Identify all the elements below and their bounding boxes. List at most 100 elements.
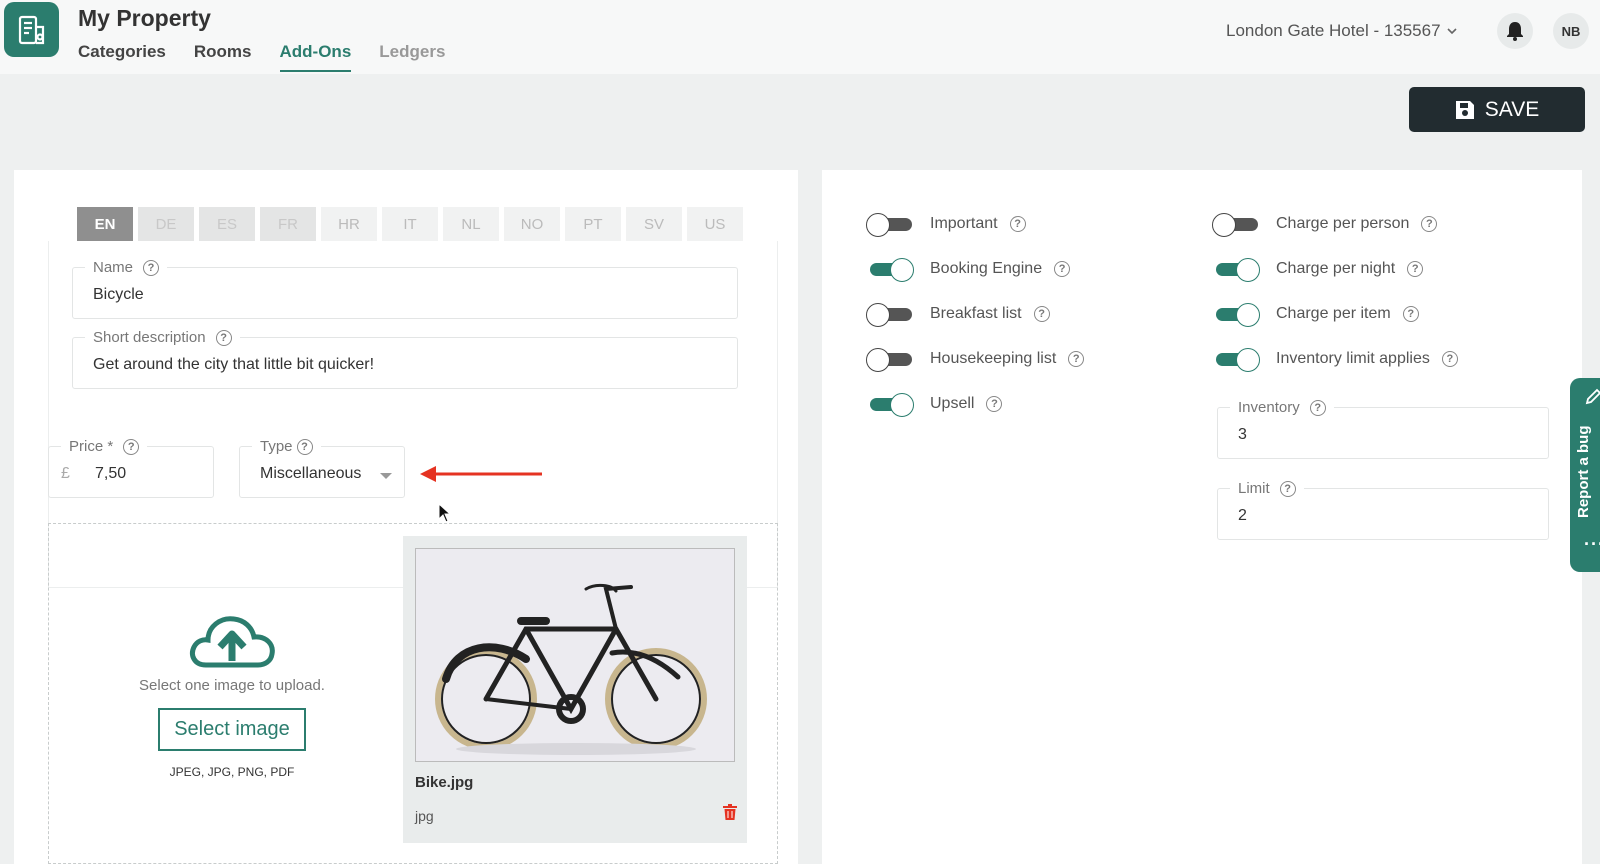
user-avatar[interactable]: NB (1553, 13, 1589, 49)
important-switch[interactable] (866, 213, 912, 237)
short-description-label: Short description ? (85, 329, 240, 346)
lang-tab-es[interactable]: ES (199, 207, 255, 241)
price-label: Price * ? (61, 438, 148, 455)
accepted-formats: JPEG, JPG, PNG, PDF (169, 764, 295, 779)
name-input[interactable]: Bicycle (93, 286, 144, 304)
lang-tab-no[interactable]: NO (504, 207, 560, 241)
lang-tab-en[interactable]: EN (77, 207, 133, 241)
help-icon[interactable]: ? (123, 438, 140, 455)
toggle-charge-per-person[interactable]: Charge per person? (1212, 213, 1438, 237)
red-arrow-annotation (420, 466, 542, 482)
nav-ledgers[interactable]: Ledgers (379, 42, 445, 72)
help-icon[interactable]: ? (1068, 351, 1085, 367)
toggle-charge-per-night[interactable]: Charge per night? (1212, 258, 1424, 282)
file-name: Bike.jpg (415, 774, 474, 791)
upsell-switch[interactable] (866, 393, 914, 417)
limit-field[interactable]: Limit ? 2 (1217, 480, 1549, 540)
hotel-selector[interactable]: London Gate Hotel - 135567 (1226, 21, 1459, 41)
help-icon[interactable]: ? (986, 396, 1003, 412)
lang-tab-nl[interactable]: NL (443, 207, 499, 241)
toggle-important[interactable]: Important? (866, 213, 1026, 237)
lang-tab-pt[interactable]: PT (565, 207, 621, 241)
name-field[interactable]: Name ? Bicycle (72, 259, 738, 319)
short-description-field[interactable]: Short description ? Get around the city … (72, 329, 738, 389)
help-icon[interactable]: ? (1309, 399, 1326, 416)
currency-symbol: £ (61, 465, 70, 482)
charge-per-person-switch[interactable] (1212, 213, 1258, 237)
limit-label: Limit ? (1230, 480, 1304, 497)
toggle-breakfast-list[interactable]: Breakfast list? (866, 303, 1050, 327)
toggle-housekeeping-list[interactable]: Housekeeping list? (866, 348, 1085, 372)
help-icon[interactable]: ? (1033, 306, 1050, 322)
help-icon[interactable]: ? (1279, 480, 1296, 497)
save-button[interactable]: SAVE (1409, 87, 1585, 132)
inventory-limit-switch[interactable] (1212, 348, 1260, 372)
help-icon[interactable]: ? (215, 329, 232, 346)
image-preview (415, 548, 735, 762)
type-value: Miscellaneous (260, 465, 362, 482)
charge-per-night-switch[interactable] (1212, 258, 1260, 282)
app-title: My Property (78, 5, 211, 31)
lang-tab-us[interactable]: US (687, 207, 743, 241)
chevron-down-icon (1446, 28, 1457, 35)
bicycle-image (416, 549, 734, 761)
breakfast-list-switch[interactable] (866, 303, 912, 327)
language-tabs: EN DE ES FR HR IT NL NO PT SV US (77, 207, 743, 241)
short-description-input[interactable]: Get around the city that little bit quic… (93, 356, 374, 374)
help-icon[interactable]: ? (1009, 216, 1026, 232)
inventory-input[interactable]: 3 (1238, 426, 1247, 444)
add-on-details-panel: EN DE ES FR HR IT NL NO PT SV US Name ? … (14, 170, 798, 864)
housekeeping-list-switch[interactable] (866, 348, 912, 372)
mouse-cursor-icon (438, 503, 452, 523)
toggle-booking-engine[interactable]: Booking Engine? (866, 258, 1071, 282)
save-label: SAVE (1484, 97, 1540, 121)
lang-tab-fr[interactable]: FR (260, 207, 316, 241)
price-input[interactable]: 7,50 (95, 465, 126, 483)
nav-categories[interactable]: Categories (78, 42, 166, 72)
nav-add-ons[interactable]: Add-Ons (279, 42, 352, 72)
top-header: My Property Categories Rooms Add-Ons Led… (0, 0, 1600, 74)
add-on-settings-panel: Important? Booking Engine? Breakfast lis… (822, 170, 1582, 864)
toggle-charge-per-item[interactable]: Charge per item? (1212, 303, 1419, 327)
toggle-upsell[interactable]: Upsell? (866, 393, 1003, 417)
lang-tab-de[interactable]: DE (138, 207, 194, 241)
property-logo-icon[interactable] (4, 2, 59, 57)
pencil-icon (1585, 388, 1600, 405)
type-label: Type ? (252, 438, 321, 455)
price-field[interactable]: Price * ? £ 7,50 (48, 438, 214, 498)
notifications-button[interactable] (1497, 13, 1533, 49)
select-image-button[interactable]: Select image (158, 707, 306, 751)
lang-tab-hr[interactable]: HR (321, 207, 377, 241)
image-upload-area[interactable]: Select one image to upload. Select image… (48, 523, 778, 864)
report-bug-label: Report a bug (1575, 425, 1592, 519)
bell-icon (1507, 22, 1523, 41)
upload-dropzone[interactable]: Select one image to upload. Select image… (49, 524, 415, 863)
report-bug-tab[interactable]: Report a bug ··· (1570, 378, 1600, 572)
floppy-disk-icon (1455, 100, 1474, 119)
lang-tab-sv[interactable]: SV (626, 207, 682, 241)
charge-per-item-switch[interactable] (1212, 303, 1260, 327)
file-type: jpg (415, 808, 434, 824)
type-select[interactable]: Type ? Miscellaneous (239, 438, 405, 498)
name-label: Name ? (85, 259, 168, 276)
dropdown-arrow-icon (380, 473, 392, 479)
help-icon[interactable]: ? (143, 259, 160, 276)
delete-image-button[interactable] (723, 804, 737, 825)
help-icon[interactable]: ? (1441, 351, 1458, 367)
trash-icon (723, 804, 737, 820)
more-icon: ··· (1584, 534, 1600, 554)
help-icon[interactable]: ? (1054, 261, 1071, 277)
help-icon[interactable]: ? (1421, 216, 1438, 232)
main-nav: Categories Rooms Add-Ons Ledgers (78, 42, 445, 72)
limit-input[interactable]: 2 (1238, 507, 1247, 525)
booking-engine-switch[interactable] (866, 258, 914, 282)
help-icon[interactable]: ? (1407, 261, 1424, 277)
help-icon[interactable]: ? (1402, 306, 1419, 322)
lang-tab-it[interactable]: IT (382, 207, 438, 241)
inventory-label: Inventory ? (1230, 399, 1334, 416)
toggle-inventory-limit[interactable]: Inventory limit applies? (1212, 348, 1458, 372)
nav-rooms[interactable]: Rooms (194, 42, 252, 72)
hotel-name: London Gate Hotel - 135567 (1226, 21, 1441, 40)
inventory-field[interactable]: Inventory ? 3 (1217, 399, 1549, 459)
help-icon[interactable]: ? (296, 438, 313, 455)
